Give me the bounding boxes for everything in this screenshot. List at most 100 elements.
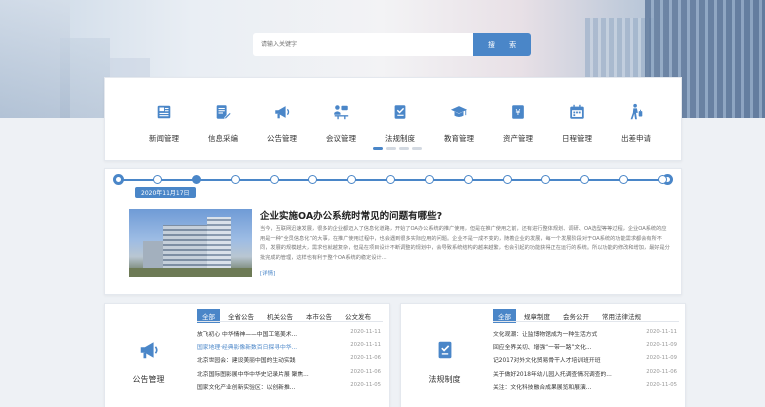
timeline-node[interactable] bbox=[463, 175, 473, 184]
regulations-title: 法规制度 bbox=[428, 375, 461, 384]
carousel-indicator bbox=[373, 147, 422, 150]
announcements-header: 公告管理 bbox=[105, 304, 192, 407]
timeline-node[interactable] bbox=[269, 175, 279, 184]
timeline-node[interactable] bbox=[580, 175, 590, 184]
timeline-node[interactable] bbox=[347, 175, 357, 184]
quick-link-news[interactable]: 新闻管理 bbox=[135, 103, 193, 145]
newspaper-icon bbox=[157, 105, 171, 119]
svg-text:¥: ¥ bbox=[515, 107, 520, 117]
timeline-node[interactable] bbox=[153, 175, 162, 184]
quick-link-schedule[interactable]: 日程管理 bbox=[548, 103, 606, 145]
search-button[interactable]: 搜 索 bbox=[473, 33, 531, 56]
quick-links-panel: 新闻管理 信息采编 公告管理 会议管理 法规制度 教育管理 ¥ 资产管理 日程管 bbox=[104, 77, 682, 161]
list-item-title[interactable]: 国家地理·经典影像新数百日探寻中华... bbox=[197, 342, 329, 355]
list-item-title[interactable]: 关于做好2018年幼儿园入托调查情况调查的... bbox=[493, 369, 625, 382]
quick-link-label: 公告管理 bbox=[267, 134, 297, 143]
megaphone-icon bbox=[140, 342, 158, 359]
news-summary: 当今，互联网迅速发展，很多的企业都迈入了信息化道路，开始了OA办公系统的推广使用… bbox=[260, 226, 670, 261]
list-item[interactable]: 关注：文化科技融合成果展览和展演... 2020-11-05 bbox=[493, 382, 677, 395]
timeline-node[interactable] bbox=[308, 175, 318, 184]
regulations-list: 文化观潮：让监博物馆成为一种生活方式 2020-11-11 回应全界关切、增强“一带… bbox=[493, 329, 677, 395]
timeline-node[interactable] bbox=[658, 175, 667, 184]
list-item[interactable]: 文化观潮：让监博物馆成为一种生活方式 2020-11-11 bbox=[493, 329, 677, 342]
quick-link-label: 新闻管理 bbox=[149, 134, 179, 143]
list-item-date: 2020-11-06 bbox=[646, 368, 677, 375]
quick-link-label: 会议管理 bbox=[326, 134, 356, 143]
search-input[interactable] bbox=[253, 33, 473, 56]
list-item-date: 2020-11-11 bbox=[350, 329, 381, 335]
list-item[interactable]: 国家地理·经典影像新数百日探寻中华... 2020-11-11 bbox=[197, 342, 381, 355]
timeline-date: 2020年11月17日 bbox=[135, 187, 196, 198]
search-bar: 搜 索 bbox=[253, 33, 531, 56]
quick-link-regulations[interactable]: 法规制度 bbox=[371, 103, 429, 145]
quick-link-label: 资产管理 bbox=[503, 134, 533, 143]
quick-link-education[interactable]: 教育管理 bbox=[430, 103, 488, 145]
list-item-title[interactable]: 北京世园会：建设美丽中国的生动实践 bbox=[197, 355, 329, 368]
quick-link-label: 日程管理 bbox=[562, 134, 592, 143]
list-item[interactable]: 北京国际图影展中华中华史记录片展 聚焦... 2020-11-06 bbox=[197, 369, 381, 382]
quick-link-meetings[interactable]: 会议管理 bbox=[312, 103, 370, 145]
regulation-icon bbox=[394, 105, 406, 119]
timeline-node[interactable] bbox=[424, 175, 434, 184]
announcements-list: 放飞初心 中华情神——中国工笔美术... 2020-11-11 国家地理·经典影像新… bbox=[197, 329, 381, 395]
list-item-title[interactable]: 北京国际图影展中华中华史记录片展 聚焦... bbox=[197, 369, 329, 382]
regulations-panel: 法规制度 全部 规章制度 会务公开 常用法律法规 文化观潮：让监博物馆成为一种生活方式… bbox=[400, 303, 686, 407]
list-item[interactable]: 北京世园会：建设美丽中国的生动实践 2020-11-06 bbox=[197, 355, 381, 368]
regulations-header: 法规制度 bbox=[401, 304, 488, 407]
news-more-link[interactable]: [详情] bbox=[260, 269, 275, 277]
quick-link-announcements[interactable]: 公告管理 bbox=[253, 103, 311, 145]
graduation-cap-icon bbox=[450, 106, 468, 117]
timeline-prev-button[interactable] bbox=[113, 174, 124, 185]
regulation-icon bbox=[438, 341, 451, 359]
traveler-icon bbox=[630, 103, 643, 120]
quick-link-travel[interactable]: 出差申请 bbox=[607, 103, 665, 145]
timeline-node[interactable] bbox=[386, 175, 396, 184]
asset-icon: ¥ bbox=[512, 105, 524, 119]
list-item-date: 2020-11-06 bbox=[350, 355, 381, 362]
list-item-date: 2020-11-11 bbox=[350, 342, 381, 349]
list-item-date: 2020-11-05 bbox=[350, 381, 381, 388]
list-item[interactable]: 国家文化产业创新实验区：以创新推... 2020-11-05 bbox=[197, 382, 381, 395]
news-panel: 2020年11月17日 企业实施OA办公系统时常见的问题有哪些? 当今，互联网迅… bbox=[104, 168, 682, 295]
list-item-title[interactable]: 关注：文化科技融合成果展览和展演... bbox=[493, 382, 625, 395]
news-image[interactable] bbox=[129, 209, 252, 277]
list-item-date: 2020-11-06 bbox=[350, 368, 381, 375]
quick-link-label: 教育管理 bbox=[444, 134, 474, 143]
list-item[interactable]: 回应全界关切、增强“一带一路”文化... 2020-11-09 bbox=[493, 342, 677, 355]
timeline-node[interactable] bbox=[191, 175, 201, 184]
list-item-date: 2020-11-05 bbox=[646, 381, 677, 388]
quick-link-info-collection[interactable]: 信息采编 bbox=[194, 103, 252, 145]
megaphone-icon bbox=[275, 106, 290, 119]
quick-link-label: 法规制度 bbox=[385, 134, 415, 143]
quick-link-assets[interactable]: ¥ 资产管理 bbox=[489, 103, 547, 145]
announcements-title: 公告管理 bbox=[132, 375, 165, 384]
list-item-title[interactable]: 国家文化产业创新实验区：以创新推... bbox=[197, 382, 329, 395]
carousel-dot[interactable] bbox=[412, 147, 422, 150]
edit-document-icon bbox=[216, 105, 232, 120]
building-illustration bbox=[60, 38, 110, 118]
list-item[interactable]: 记2017对外文化贸易骨干人才培训班开班 2020-11-09 bbox=[493, 355, 677, 368]
list-item-title[interactable]: 文化观潮：让监博物馆成为一种生活方式 bbox=[493, 329, 625, 342]
quick-link-label: 出差申请 bbox=[621, 134, 651, 143]
list-item-date: 2020-11-09 bbox=[646, 342, 677, 349]
list-item[interactable]: 放飞初心 中华情神——中国工笔美术... 2020-11-11 bbox=[197, 329, 381, 342]
meeting-icon bbox=[334, 105, 349, 120]
list-item-title[interactable]: 记2017对外文化贸易骨干人才培训班开班 bbox=[493, 355, 625, 368]
list-item-date: 2020-11-11 bbox=[646, 329, 677, 335]
carousel-dot[interactable] bbox=[399, 147, 409, 150]
quick-link-label: 信息采编 bbox=[208, 134, 238, 143]
list-item-title[interactable]: 放飞初心 中华情神——中国工笔美术... bbox=[197, 329, 329, 342]
list-item-date: 2020-11-09 bbox=[646, 355, 677, 362]
calendar-icon bbox=[570, 104, 584, 119]
list-item[interactable]: 关于做好2018年幼儿园入托调查情况调查的... 2020-11-06 bbox=[493, 369, 677, 382]
timeline-node[interactable] bbox=[619, 175, 629, 184]
news-timeline bbox=[113, 174, 673, 186]
timeline-node[interactable] bbox=[502, 175, 512, 184]
carousel-dot[interactable] bbox=[373, 147, 383, 150]
timeline-node[interactable] bbox=[230, 175, 240, 184]
timeline-node[interactable] bbox=[541, 175, 551, 184]
list-item-title[interactable]: 回应全界关切、增强“一带一路”文化... bbox=[493, 342, 625, 355]
announcements-panel: 公告管理 全部 全省公告 机关公告 本市公告 公文发布 放飞初心 中华情神——中国工笔美… bbox=[104, 303, 390, 407]
carousel-dot[interactable] bbox=[386, 147, 396, 150]
news-title[interactable]: 企业实施OA办公系统时常见的问题有哪些? bbox=[260, 208, 442, 222]
